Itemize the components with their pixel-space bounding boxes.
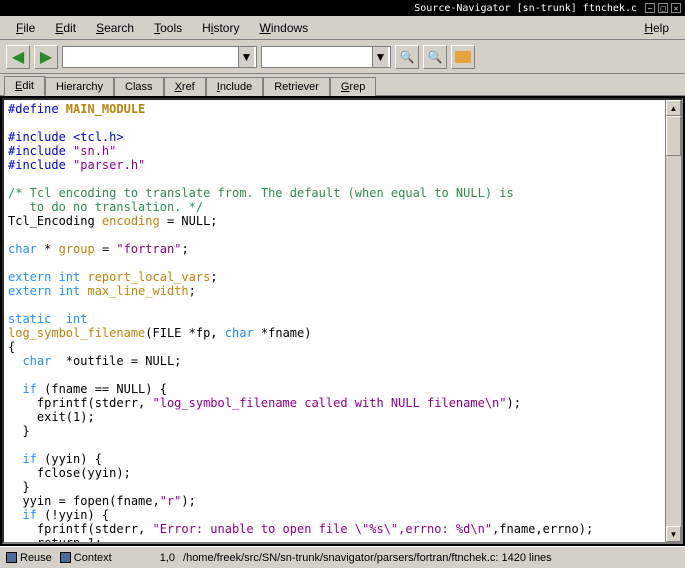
filter-combo[interactable]: ▼ [261, 46, 391, 68]
code-line[interactable]: if (fname == NULL) { [8, 382, 677, 396]
code-line[interactable]: #include <tcl.h> [8, 130, 677, 144]
code-line[interactable]: return 1; [8, 536, 677, 544]
forward-button[interactable]: ▶ [34, 45, 58, 69]
code-line[interactable]: to do no translation. */ [8, 200, 677, 214]
statusbar: Reuse Context 1,0 /home/freek/src/SN/sn-… [0, 546, 685, 568]
checkbox-icon [60, 552, 71, 563]
context-label: Context [74, 552, 112, 564]
menu-history[interactable]: History [192, 18, 249, 38]
scroll-down-icon[interactable]: ▼ [666, 526, 681, 542]
filter-input[interactable] [262, 47, 372, 67]
code-line[interactable] [8, 368, 677, 382]
tabbar: Edit Hierarchy Class Xref Include Retrie… [0, 74, 685, 96]
menu-help[interactable]: Help [634, 18, 679, 38]
code-line[interactable] [8, 256, 677, 270]
scroll-up-icon[interactable]: ▲ [666, 100, 681, 116]
code-line[interactable]: #define MAIN_MODULE [8, 102, 677, 116]
search-button[interactable]: 🔍 [423, 45, 447, 69]
titlebar: Source-Navigator [sn-trunk] ftnchek.c − … [0, 0, 685, 16]
code-line[interactable] [8, 228, 677, 242]
menu-tools[interactable]: Tools [144, 18, 192, 38]
window-title: Source-Navigator [sn-trunk] ftnchek.c [414, 3, 637, 14]
code-line[interactable]: { [8, 340, 677, 354]
code-editor[interactable]: #define MAIN_MODULE #include <tcl.h>#inc… [2, 98, 683, 544]
code-line[interactable]: yyin = fopen(fname,"r"); [8, 494, 677, 508]
tab-include[interactable]: Include [206, 77, 263, 96]
tab-xref[interactable]: Xref [164, 77, 206, 96]
code-line[interactable]: if (yyin) { [8, 452, 677, 466]
code-line[interactable] [8, 172, 677, 186]
back-button[interactable]: ◀ [6, 45, 30, 69]
code-line[interactable]: fclose(yyin); [8, 466, 677, 480]
chevron-down-icon[interactable]: ▼ [238, 47, 254, 67]
search-icon: 🔍 [428, 50, 443, 64]
checkbox-icon [6, 552, 17, 563]
code-line[interactable]: #include "sn.h" [8, 144, 677, 158]
code-line[interactable]: exit(1); [8, 410, 677, 424]
reuse-label: Reuse [20, 552, 52, 564]
code-line[interactable]: #include "parser.h" [8, 158, 677, 172]
file-path-status: /home/freek/src/SN/sn-trunk/snavigator/p… [183, 552, 679, 564]
code-line[interactable]: fprintf(stderr, "Error: unable to open f… [8, 522, 677, 536]
code-line[interactable]: if (!yyin) { [8, 508, 677, 522]
vertical-scrollbar[interactable]: ▲ ▼ [665, 100, 681, 542]
code-line[interactable] [8, 438, 677, 452]
menubar: File Edit Search Tools History Windows H… [0, 16, 685, 40]
minimize-icon[interactable]: − [645, 3, 655, 13]
tab-retriever[interactable]: Retriever [263, 77, 330, 96]
code-line[interactable]: log_symbol_filename(FILE *fp, char *fnam… [8, 326, 677, 340]
code-line[interactable]: } [8, 480, 677, 494]
code-line[interactable]: static int [8, 312, 677, 326]
menu-search[interactable]: Search [86, 18, 144, 38]
code-line[interactable]: fprintf(stderr, "log_symbol_filename cal… [8, 396, 677, 410]
code-line[interactable]: extern int max_line_width; [8, 284, 677, 298]
reuse-toggle[interactable]: Reuse [6, 552, 52, 564]
close-icon[interactable]: × [671, 3, 681, 13]
toolbar: ◀ ▶ ▼ ▼ 🔍 🔍 [0, 40, 685, 74]
context-toggle[interactable]: Context [60, 552, 112, 564]
search-doc-icon: 🔍 [400, 50, 415, 64]
code-line[interactable]: char * group = "fortran"; [8, 242, 677, 256]
tab-class[interactable]: Class [114, 77, 164, 96]
code-line[interactable]: char *outfile = NULL; [8, 354, 677, 368]
tab-grep[interactable]: Grep [330, 77, 376, 96]
maximize-icon[interactable]: □ [658, 3, 668, 13]
code-line[interactable]: /* Tcl encoding to translate from. The d… [8, 186, 677, 200]
arrow-right-icon: ▶ [40, 47, 52, 67]
menu-file[interactable]: File [6, 18, 45, 38]
code-line[interactable]: extern int report_local_vars; [8, 270, 677, 284]
tab-edit[interactable]: Edit [4, 76, 45, 96]
arrow-left-icon: ◀ [12, 47, 24, 67]
symbol-input[interactable] [63, 47, 238, 67]
folder-icon [455, 51, 471, 63]
cursor-position: 1,0 [160, 552, 175, 564]
menu-windows[interactable]: Windows [249, 18, 318, 38]
code-line[interactable]: Tcl_Encoding encoding = NULL; [8, 214, 677, 228]
code-line[interactable]: } [8, 424, 677, 438]
code-line[interactable] [8, 116, 677, 130]
menu-edit[interactable]: Edit [45, 18, 86, 38]
open-button[interactable] [451, 45, 475, 69]
symbol-combo[interactable]: ▼ [62, 46, 257, 68]
tab-hierarchy[interactable]: Hierarchy [45, 77, 114, 96]
code-line[interactable] [8, 298, 677, 312]
scroll-thumb[interactable] [666, 116, 681, 156]
find-button[interactable]: 🔍 [395, 45, 419, 69]
chevron-down-icon[interactable]: ▼ [372, 47, 388, 67]
code-content[interactable]: #define MAIN_MODULE #include <tcl.h>#inc… [4, 100, 681, 544]
